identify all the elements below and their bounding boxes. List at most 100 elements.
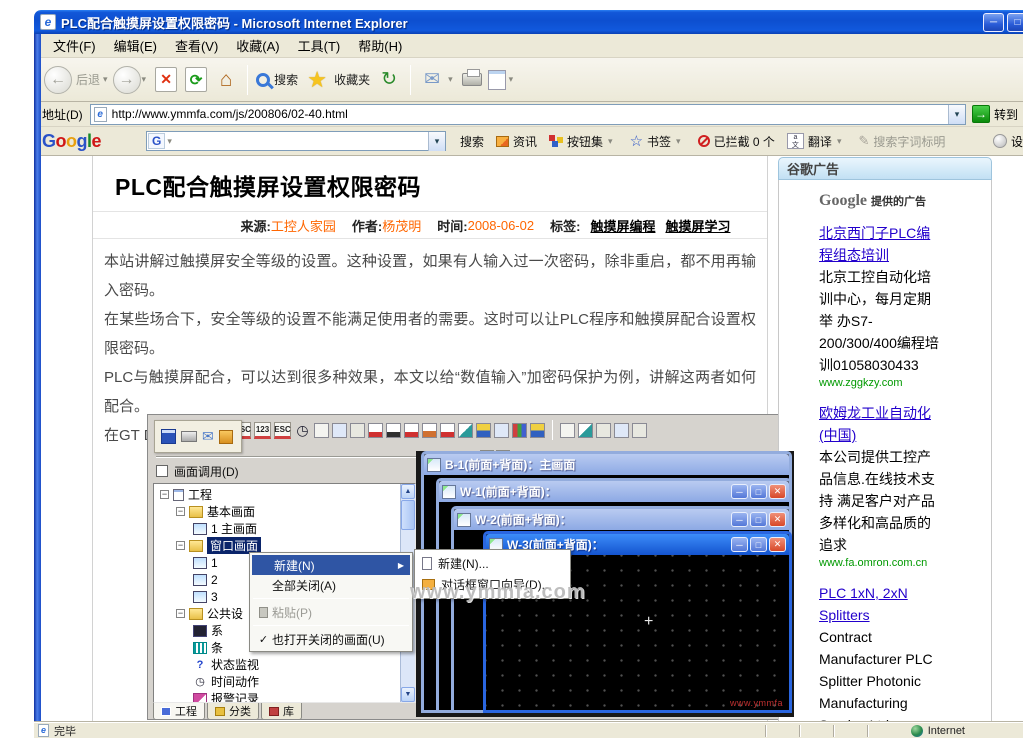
toolbar-orb-icon[interactable] [993,134,1007,148]
ad-url[interactable]: www.fa.omron.com.cn [819,557,939,569]
favorites-label[interactable]: 收藏夹 [334,71,370,88]
google-search-dropdown[interactable]: ▾ [428,132,445,151]
go-button[interactable]: → 转到 [972,105,1018,123]
maximize-button[interactable]: □ [750,512,767,527]
tree-item-project[interactable]: −工程 [156,486,399,503]
maximize-button[interactable]: □ [750,537,767,552]
google-bookmarks-button[interactable]: ☆书签▾ [630,132,686,150]
menu-help[interactable]: 帮助(H) [349,33,411,58]
home-button[interactable]: ⌂ [215,67,237,92]
submenu-new[interactable]: 新建(N)... [415,553,570,574]
close-button[interactable]: ✕ [769,537,786,552]
address-url[interactable]: http://www.ymmfa.com/js/200806/02-40.htm… [112,107,348,121]
system-icon [193,625,207,637]
window-titlebar[interactable]: W-1(前面+背面)： ─□✕ [439,481,789,502]
mail-dropdown-icon[interactable]: ▾ [448,74,453,85]
scroll-up-icon[interactable]: ▲ [401,484,415,499]
tree-item-status-watch[interactable]: ?状态监视 [156,656,399,673]
tab-project[interactable]: 工程 [153,703,205,720]
ad-title-link[interactable]: 欧姆龙工业自动化(中国) [819,402,939,446]
minimize-button[interactable]: ─ [731,512,748,527]
ad-title-link[interactable]: PLC 1xN, 2xN Splitters [819,582,939,626]
back-dropdown-icon[interactable]: ▾ [103,74,108,85]
window-titlebar[interactable]: W-2(前面+背面)： ─□✕ [454,509,789,530]
google-search-button[interactable]: 搜索 [460,133,484,150]
mail-icon[interactable]: ✉ [202,428,214,445]
tree-item-time-action[interactable]: ◷时间动作 [156,673,399,690]
save-icon[interactable] [161,429,176,444]
ad-url[interactable]: www.zggkzy.com [819,377,939,389]
tree-item-base-screens[interactable]: −基本画面 [156,503,399,520]
stop-button[interactable]: ✕ [155,67,177,92]
close-button[interactable]: ✕ [769,484,786,499]
scroll-down-icon[interactable]: ▼ [401,687,415,702]
maximize-button[interactable]: □ [750,484,767,499]
google-logo: Google [42,131,146,152]
refresh-button[interactable]: ⟳ [185,67,207,92]
search-label[interactable]: 搜索 [274,71,298,88]
edit-dropdown-icon[interactable]: ▾ [509,74,514,85]
browser-window: e PLC配合触摸屏设置权限密码 - Microsoft Internet Ex… [34,10,1023,738]
forward-button[interactable]: → [113,66,141,94]
back-button[interactable]: ← [44,66,72,94]
menu-edit[interactable]: 编辑(E) [105,33,166,58]
screen-icon [193,557,207,569]
highlight-button[interactable]: ✎搜索字词标明 [858,133,945,150]
status-zone-label: Internet [928,725,965,737]
google-settings-label[interactable]: 设 [1011,133,1023,150]
screen-call-checkbox[interactable] [156,465,168,477]
google-g-icon[interactable]: G [148,133,165,149]
back-label: 后退 [76,71,100,88]
address-input[interactable]: e http://www.ymmfa.com/js/200806/02-40.h… [90,104,966,125]
scroll-thumb[interactable] [401,500,415,530]
window-titlebar[interactable]: B-1(前面+背面)：主画面 [424,454,789,475]
google-button-set[interactable]: 按钮集▾ [549,133,618,150]
tree-item-main-screen[interactable]: 1 主画面 [156,520,399,537]
google-search-input[interactable]: G ▾ ▾ [146,131,446,151]
crosshair-cursor: + [644,613,653,631]
menu-favorites[interactable]: 收藏(A) [227,33,288,58]
source-link[interactable]: 工控人家园 [271,216,336,235]
g-menu-dropdown-icon[interactable]: ▾ [167,136,172,147]
mail-button[interactable]: ✉ [421,67,443,92]
edit-button[interactable] [488,70,506,90]
submenu-dialog-wizard[interactable]: 对话框窗口向导(D)... [415,574,570,595]
tree-item-alarm-history[interactable]: 报警记录 [156,690,399,702]
close-button[interactable]: ✕ [769,512,786,527]
forward-dropdown-icon[interactable]: ▾ [142,74,147,85]
maximize-button[interactable]: □ [1007,13,1023,32]
minimize-button[interactable]: ─ [731,537,748,552]
menu-tools[interactable]: 工具(T) [289,33,350,58]
minimize-button[interactable]: ─ [731,484,748,499]
search-icon[interactable] [256,73,270,87]
screen-window-icon [427,458,441,472]
home-icon: ⌂ [220,68,233,92]
ad-title-link[interactable]: 北京西门子PLC编程组态培训 [819,222,939,266]
screen-call-label: 画面调用(D) [174,463,239,480]
tab-category[interactable]: 分类 [207,703,259,720]
google-news-button[interactable]: 资讯 [496,133,537,150]
context-menu-close-all[interactable]: 全部关闭(A) [250,575,412,595]
context-menu-new[interactable]: 新建(N)▶ [252,555,410,575]
status-segment [799,725,833,737]
context-menu-open-closed[interactable]: ✓也打开关闭的画面(U) [250,629,412,649]
address-dropdown-button[interactable]: ▾ [948,105,965,124]
history-button[interactable]: ↻ [378,67,400,92]
esc-display-icon: ESC [274,422,291,439]
tag-link[interactable]: 触摸屏学习 [665,216,730,235]
ads-sidebar: 谷歌广告 Google 提供的广告 北京西门子PLC编程组态培训 北京工控自动化… [778,157,992,722]
context-menu-paste[interactable]: 粘贴(P) [250,602,412,622]
minimize-button[interactable]: ─ [983,13,1004,32]
favorites-button[interactable]: ★ [306,67,328,92]
menu-view[interactable]: 查看(V) [166,33,227,58]
print-icon[interactable] [181,431,197,442]
library-icon[interactable] [219,430,233,444]
window-left-border [34,34,41,722]
tag-link[interactable]: 触摸屏编程 [590,216,655,235]
tab-library[interactable]: 库 [261,703,302,720]
print-button[interactable] [462,73,482,86]
translate-button[interactable]: a文翻译▾ [787,133,847,150]
toolbar-icon [314,423,329,438]
menu-file[interactable]: 文件(F) [44,33,105,58]
popup-blocker-button[interactable]: 已拦截 0 个 [698,133,775,150]
